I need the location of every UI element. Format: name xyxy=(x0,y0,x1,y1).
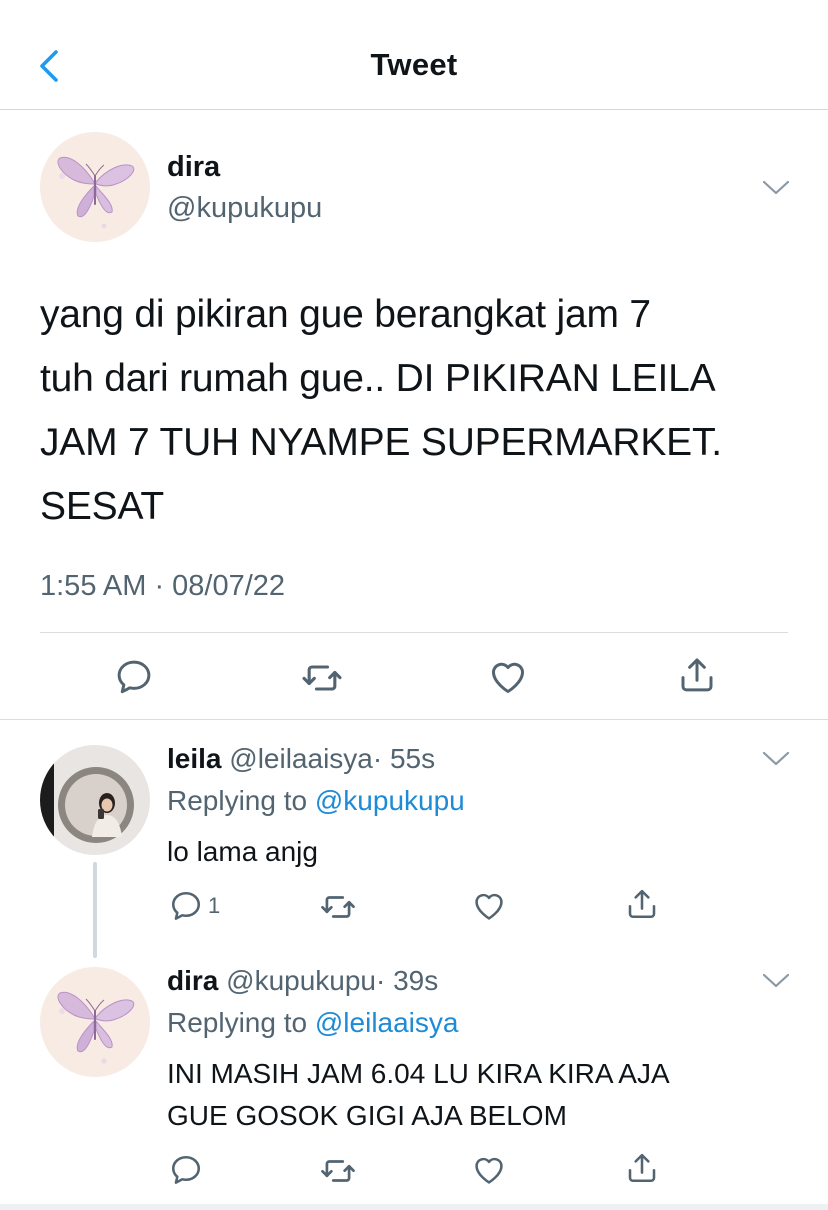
heart-icon xyxy=(471,888,507,924)
reply-button[interactable]: 1 xyxy=(168,888,220,924)
replying-to: Replying to @leilaaisya xyxy=(167,1007,458,1039)
chevron-down-icon[interactable] xyxy=(761,749,791,769)
reply-text: INI MASIH JAM 6.04 LU KIRA KIRA AJA GUE … xyxy=(167,1053,670,1137)
reply-time[interactable]: · 55s xyxy=(373,743,435,774)
reply-author-line: leila @leilaaisya· 55s xyxy=(167,743,435,775)
heart-icon xyxy=(471,1152,507,1188)
reply-text-line: GUE GOSOK GIGI AJA BELOM xyxy=(167,1100,567,1131)
mention-link[interactable]: @leilaaisya xyxy=(315,1007,459,1038)
butterfly-avatar-image xyxy=(40,967,150,1077)
tweet-timestamp[interactable]: 1:55 AM · 08/07/22 xyxy=(40,570,285,603)
mirror-selfie-avatar-image xyxy=(40,745,150,855)
retweet-button[interactable] xyxy=(319,1152,357,1190)
reply-button[interactable] xyxy=(168,1152,208,1188)
share-button[interactable] xyxy=(624,886,660,922)
page-title: Tweet xyxy=(370,47,458,82)
tweet-text-line: tuh dari rumah gue.. DI PIKIRAN LEILA xyxy=(40,357,716,400)
tweet-text-line: JAM 7 TUH NYAMPE SUPERMARKET. xyxy=(40,421,722,464)
replying-to-label: Replying to xyxy=(167,785,308,816)
reply-text: lo lama anjg xyxy=(167,831,318,873)
reply-author-line: dira @kupukupu· 39s xyxy=(167,965,438,997)
speech-bubble-icon xyxy=(113,656,155,698)
retweet-button[interactable] xyxy=(319,888,357,926)
author-handle[interactable]: @kupukupu xyxy=(167,192,322,225)
share-button[interactable] xyxy=(624,1150,660,1186)
retweet-button[interactable] xyxy=(300,656,344,700)
avatar[interactable] xyxy=(40,967,150,1077)
like-button[interactable] xyxy=(487,656,529,698)
bottom-separator xyxy=(0,1204,828,1210)
butterfly-avatar-image xyxy=(40,132,150,242)
like-button[interactable] xyxy=(471,1152,507,1188)
author-name[interactable]: dira xyxy=(167,151,220,184)
replying-to-label: Replying to xyxy=(167,1007,308,1038)
tweet-text-line: yang di pikiran gue berangkat jam 7 xyxy=(40,293,651,336)
heart-icon xyxy=(487,656,529,698)
speech-bubble-icon xyxy=(168,1152,204,1188)
reply-author-handle[interactable]: @kupukupu xyxy=(226,965,376,996)
reply-text-line: INI MASIH JAM 6.04 LU KIRA KIRA AJA xyxy=(167,1058,670,1089)
avatar[interactable] xyxy=(40,745,150,855)
speech-bubble-icon xyxy=(168,888,204,924)
retweet-icon xyxy=(319,888,357,926)
avatar[interactable] xyxy=(40,132,150,242)
divider xyxy=(40,632,788,633)
share-icon xyxy=(624,886,660,922)
reply-time[interactable]: · 39s xyxy=(376,965,438,996)
reply-author-name[interactable]: leila xyxy=(167,743,221,774)
tweet-text: yang di pikiran gue berangkat jam 7 tuh … xyxy=(40,283,800,539)
share-icon xyxy=(624,1150,660,1186)
reply-count: 1 xyxy=(208,893,221,918)
replying-to: Replying to @kupukupu xyxy=(167,785,465,817)
chevron-down-icon[interactable] xyxy=(761,178,791,198)
share-icon xyxy=(676,654,718,696)
share-button[interactable] xyxy=(676,654,718,696)
reply-button[interactable] xyxy=(113,656,155,698)
reply-author-handle[interactable]: @leilaaisya xyxy=(229,743,373,774)
reply-text-line: lo lama anjg xyxy=(167,836,318,867)
nav-bar: Tweet xyxy=(0,0,828,110)
divider xyxy=(0,719,828,720)
tweet-text-line: SESAT xyxy=(40,485,164,528)
mention-link[interactable]: @kupukupu xyxy=(315,785,465,816)
chevron-down-icon[interactable] xyxy=(761,971,791,991)
thread-connector xyxy=(93,862,97,958)
retweet-icon xyxy=(319,1152,357,1190)
like-button[interactable] xyxy=(471,888,507,924)
retweet-icon xyxy=(300,656,344,700)
reply-author-name[interactable]: dira xyxy=(167,965,218,996)
